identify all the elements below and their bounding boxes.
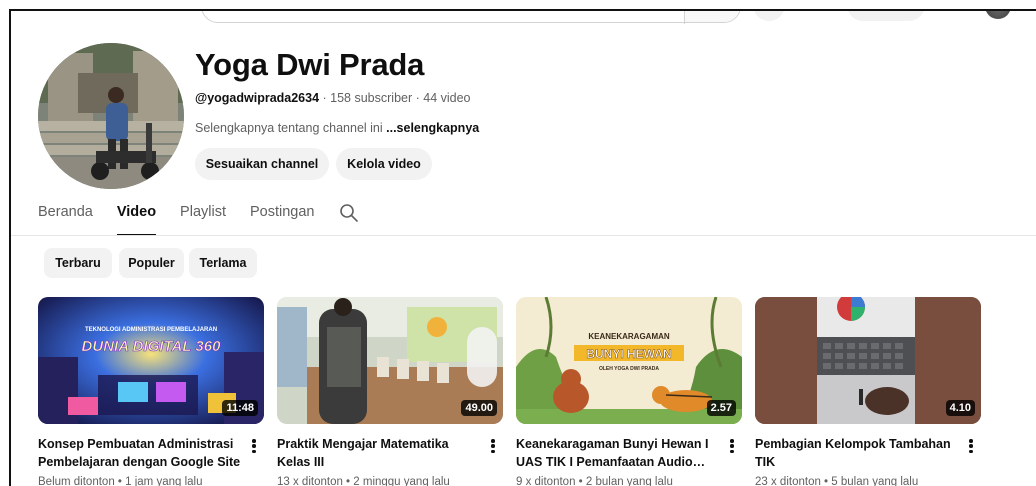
app-frame: Yoga Dwi Prada @yogadwiprada2634 · 158 s… [9,9,1036,486]
channel-name: Yoga Dwi Prada [195,47,425,82]
customize-channel-button[interactable]: Sesuaikan channel [195,148,329,180]
tab-video[interactable]: Video [116,204,157,236]
video-duration: 11:48 [222,400,258,416]
chip-terbaru[interactable]: Terbaru [44,248,112,278]
video-thumbnail[interactable]: 4.10 [755,297,981,424]
more-vert-icon[interactable] [485,437,501,455]
video-card[interactable]: TEKNOLOGI ADMINISTRASI PEMBELAJARAN DUNI… [38,297,264,486]
tabs-divider [11,235,1036,236]
video-title[interactable]: Konsep Pembuatan Administrasi Pembelajar… [38,435,243,471]
video-title[interactable]: Pembagian Kelompok Tambahan TIK [755,435,960,471]
more-vert-icon[interactable] [724,437,740,455]
video-duration: 2.57 [706,400,736,416]
channel-meta: @yogadwiprada2634 · 158 subscriber · 44 … [195,91,471,105]
channel-about[interactable]: Selengkapnya tentang channel ini ...sele… [195,121,479,135]
tab-beranda[interactable]: Beranda [38,204,93,234]
tab-playlist[interactable]: Playlist [180,204,226,234]
thumb-by-text: OLEH YOGA DWI PRADA [599,366,659,372]
channel-about-text: Selengkapnya tentang channel ini [195,121,387,135]
tab-postingan[interactable]: Postingan [250,204,315,234]
create-button[interactable] [847,11,925,21]
chip-populer[interactable]: Populer [119,248,184,278]
chip-terlama[interactable]: Terlama [189,248,257,278]
video-thumbnail[interactable]: TEKNOLOGI ADMINISTRASI PEMBELAJARAN DUNI… [38,297,264,424]
video-title[interactable]: Praktik Mengajar Matematika Kelas III [277,435,482,471]
video-thumbnail[interactable]: KEANEKARAGAMAN BUNYI HEWAN OLEH YOGA DWI… [516,297,742,424]
voice-search-button[interactable] [753,11,785,21]
channel-handle: @yogadwiprada2634 [195,91,320,105]
channel-about-more[interactable]: ...selengkapnya [386,121,479,135]
manage-videos-button[interactable]: Kelola video [336,148,432,180]
search-button[interactable] [685,11,740,22]
video-card[interactable]: 49.00 Praktik Mengajar Matematika Kelas … [277,297,503,486]
thumb-big-text: DUNIA DIGITAL 360 [82,338,222,355]
video-duration: 4.10 [945,400,975,416]
video-meta: Belum ditonton • 1 jam yang lalu [38,476,203,486]
video-meta: 13 x ditonton • 2 minggu yang lalu [277,476,450,486]
thumb-small-text: KEANEKARAGAMAN [588,332,670,341]
thumb-small-text: TEKNOLOGI ADMINISTRASI PEMBELAJARAN [85,327,217,333]
thumb-big-text: BUNYI HEWAN [586,347,671,361]
search-box[interactable] [201,11,741,24]
video-meta: 23 x ditonton • 5 bulan yang lalu [755,476,919,486]
video-duration: 49.00 [461,400,497,416]
channel-stats: · 158 subscriber · 44 video [319,91,471,105]
channel-tabs: Beranda Video Playlist Postingan [38,204,338,236]
search-icon[interactable] [339,203,359,223]
more-vert-icon[interactable] [246,437,262,455]
video-thumbnail[interactable]: 49.00 [277,297,503,424]
more-vert-icon[interactable] [963,437,979,455]
video-card[interactable]: 4.10 Pembagian Kelompok Tambahan TIK 23 … [755,297,981,486]
channel-avatar[interactable] [38,43,184,189]
account-avatar[interactable] [985,11,1011,19]
video-card[interactable]: KEANEKARAGAMAN BUNYI HEWAN OLEH YOGA DWI… [516,297,742,486]
video-meta: 9 x ditonton • 2 bulan yang lalu [516,476,673,486]
channel-avatar-photo [38,43,184,189]
video-title[interactable]: Keanekaragaman Bunyi Hewan I UAS TIK I P… [516,435,721,471]
